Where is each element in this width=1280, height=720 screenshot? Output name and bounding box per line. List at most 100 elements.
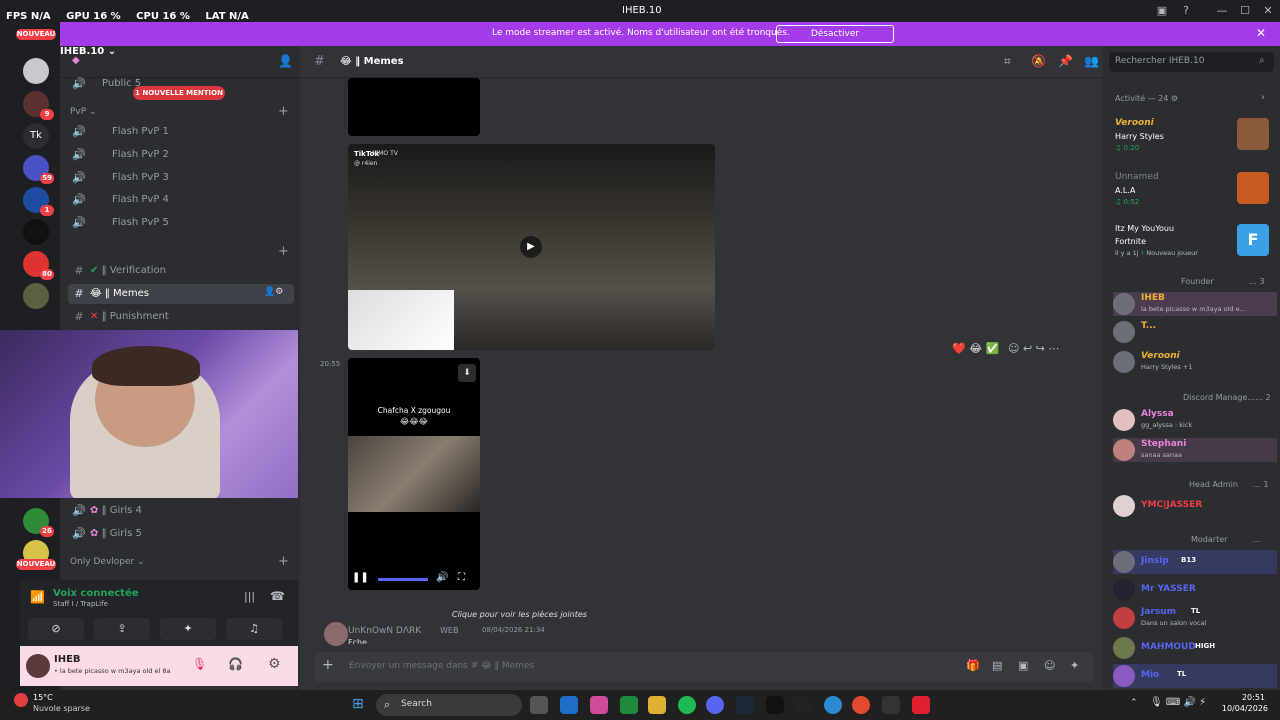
server-name[interactable]: IHEB.10 ⌄ xyxy=(60,46,300,57)
add-channel-icon[interactable]: + xyxy=(278,554,289,569)
close-window-button[interactable]: ✕ xyxy=(1261,4,1275,17)
maximize-button[interactable]: ☐ xyxy=(1238,4,1252,17)
channel-punishment[interactable]: # ✕ ‖ Punishment xyxy=(68,307,294,327)
mail-icon[interactable] xyxy=(766,696,784,714)
channel-girls-4[interactable]: 🔊 ✿ ‖ Girls 4 xyxy=(68,501,294,521)
category-pvp[interactable]: PvP ⌄ xyxy=(70,107,97,117)
file-explorer-icon[interactable] xyxy=(648,696,666,714)
gift-icon[interactable]: 🎁 xyxy=(966,659,980,672)
fullscreen-icon[interactable]: ⛶ xyxy=(458,572,465,583)
activity-card[interactable]: Itz My YouYouu Fortnite il y a 1j ⚕ Nouv… xyxy=(1111,222,1277,266)
play-icon[interactable]: ▶ xyxy=(520,236,542,258)
member-row[interactable]: Jinsip B13 xyxy=(1113,550,1277,574)
invite-icon[interactable]: 👤⚙ xyxy=(264,287,283,297)
add-member-icon[interactable]: 👤 xyxy=(278,54,293,68)
voice-channel[interactable]: Staff I / TrapLife xyxy=(53,600,108,608)
disable-streamer-button[interactable]: Désactiver xyxy=(776,25,894,43)
add-channel-icon[interactable]: + xyxy=(278,104,289,119)
attach-plus-icon[interactable]: + xyxy=(322,657,334,673)
server-icon[interactable] xyxy=(23,283,49,309)
steam-icon[interactable] xyxy=(736,696,754,714)
message-composer[interactable]: + Envoyer un message dans # 😂 ‖ Memes 🎁 … xyxy=(314,652,1094,682)
server-icon[interactable]: Tk xyxy=(23,123,49,149)
channel-memes[interactable]: # 😂 ‖ Memes 👤⚙ xyxy=(68,284,294,304)
member-row[interactable]: Mr YASSER xyxy=(1113,578,1277,602)
volume-slider[interactable] xyxy=(378,578,428,581)
disconnect-icon[interactable]: ☎ xyxy=(270,589,285,603)
close-banner-icon[interactable]: ✕ xyxy=(1256,26,1266,40)
new-mention-pill[interactable]: 1 NOUVELLE MENTION xyxy=(133,86,225,100)
member-row[interactable]: Alyssa gg_alyssa : kick xyxy=(1113,408,1277,432)
windows-start-icon[interactable]: ⊞ xyxy=(352,696,368,712)
apps-icon[interactable]: ✦ xyxy=(1070,659,1079,672)
chevron-right-icon[interactable]: › xyxy=(1261,92,1265,103)
activity-card[interactable]: Unnamed A.L.A ♫ 0:52 xyxy=(1111,168,1277,212)
video-attachment[interactable] xyxy=(348,78,480,136)
message-reactions[interactable]: ❤️ 😂 ✅ xyxy=(952,342,999,355)
taskbar-search[interactable]: ⌕ Search xyxy=(376,694,522,716)
obs-icon[interactable] xyxy=(794,696,812,714)
add-channel-icon[interactable]: + xyxy=(278,244,289,259)
channel-flash-pvp-1[interactable]: 🔊 Flash PvP 1 xyxy=(68,122,294,142)
member-row[interactable]: T... xyxy=(1113,320,1277,344)
pause-icon[interactable]: ❚❚ xyxy=(352,572,369,583)
channel-flash-pvp-4[interactable]: 🔊 Flash PvP 4 xyxy=(68,190,294,210)
activities-button[interactable]: ✦ xyxy=(160,618,216,640)
screen-share-button[interactable]: ⇪ xyxy=(94,618,150,640)
member-row[interactable]: MAHMOUD HIGH xyxy=(1113,636,1277,660)
server-icon[interactable]: 1 xyxy=(23,187,54,216)
message-author[interactable]: UnKnOwN DΛRK xyxy=(348,626,421,636)
member-row[interactable]: Verooni Harry Styles +1 xyxy=(1113,350,1277,374)
camera-off-button[interactable]: ⊘ xyxy=(28,618,84,640)
spotify-icon[interactable] xyxy=(678,696,696,714)
excel-icon[interactable] xyxy=(620,696,638,714)
emoji-icon[interactable]: ☺ xyxy=(1044,659,1055,672)
tray-icons[interactable]: 🎙 ⌨ 🔊 ⚡ xyxy=(1150,697,1206,708)
member-row[interactable]: Stephani sanaa sanaa xyxy=(1113,438,1277,462)
server-icon[interactable]: 9 xyxy=(23,91,54,120)
category-only-devloper[interactable]: Only Devloper ⌄ xyxy=(70,557,145,567)
mute-icon[interactable]: 🎙 xyxy=(192,657,207,671)
app-icon[interactable] xyxy=(882,696,900,714)
member-row[interactable]: IHEB la bete picasso w m3aya old e... xyxy=(1113,292,1277,316)
task-view-icon[interactable] xyxy=(530,696,548,714)
channel-flash-pvp-5[interactable]: 🔊 Flash PvP 5 xyxy=(68,213,294,233)
volume-icon[interactable]: 🔊 xyxy=(436,572,448,583)
mute-notifications-icon[interactable]: 🔕 xyxy=(1031,54,1046,68)
threads-icon[interactable]: ⌗ xyxy=(1004,54,1011,69)
sticker-icon[interactable]: ▣ xyxy=(1018,659,1028,672)
tiktok-video-embed[interactable]: TikTok @ r4ien NIMO TV ▶ xyxy=(348,144,715,350)
minimize-button[interactable]: — xyxy=(1215,4,1229,17)
member-list-icon[interactable]: 👥 xyxy=(1084,54,1099,68)
reply-preview[interactable]: Clique pour voir les pièces jointes xyxy=(452,610,587,619)
settings-gear-icon[interactable]: ⚙ xyxy=(268,656,281,672)
activity-card[interactable]: Verooni Harry Styles ♫ 0:20 xyxy=(1111,114,1277,158)
app-icon[interactable] xyxy=(912,696,930,714)
message-actions[interactable]: ☺ ↩ ↪ ⋯ xyxy=(1008,342,1059,355)
server-icon[interactable] xyxy=(23,58,49,84)
edge-icon[interactable] xyxy=(824,696,842,714)
signal-icon[interactable]: 📶 xyxy=(30,590,45,604)
soundboard-button[interactable]: ♫ xyxy=(226,618,282,640)
store-icon[interactable] xyxy=(560,696,578,714)
noise-suppression-icon[interactable]: ||| xyxy=(244,590,255,603)
channel-verification[interactable]: # ✔ ‖ Verification xyxy=(68,261,294,281)
deafen-icon[interactable]: 🎧 xyxy=(228,657,243,671)
server-icon[interactable]: 26 xyxy=(23,508,54,537)
channel-flash-pvp-3[interactable]: 🔊 Flash PvP 3 xyxy=(68,168,294,188)
weather-icon[interactable] xyxy=(14,693,28,707)
server-icon[interactable]: 59 xyxy=(23,155,54,184)
app-icon[interactable] xyxy=(590,696,608,714)
tray-chevron-icon[interactable]: ⌃ xyxy=(1130,698,1138,708)
server-icon[interactable] xyxy=(23,219,49,245)
chrome-icon[interactable] xyxy=(852,696,870,714)
member-row[interactable]: Jarsum TL Dans un salon vocal xyxy=(1113,606,1277,630)
avatar[interactable] xyxy=(26,654,50,678)
avatar[interactable] xyxy=(324,622,348,646)
download-icon[interactable]: ⬇ xyxy=(458,364,476,382)
help-icon[interactable]: ? xyxy=(1179,4,1193,17)
member-row[interactable]: YMC|JASSER xyxy=(1113,494,1277,518)
discord-icon[interactable] xyxy=(706,696,724,714)
channel-flash-pvp-2[interactable]: 🔊 Flash PvP 2 xyxy=(68,145,294,165)
search-input[interactable]: Rechercher IHEB.10 ⌕ xyxy=(1109,52,1274,72)
